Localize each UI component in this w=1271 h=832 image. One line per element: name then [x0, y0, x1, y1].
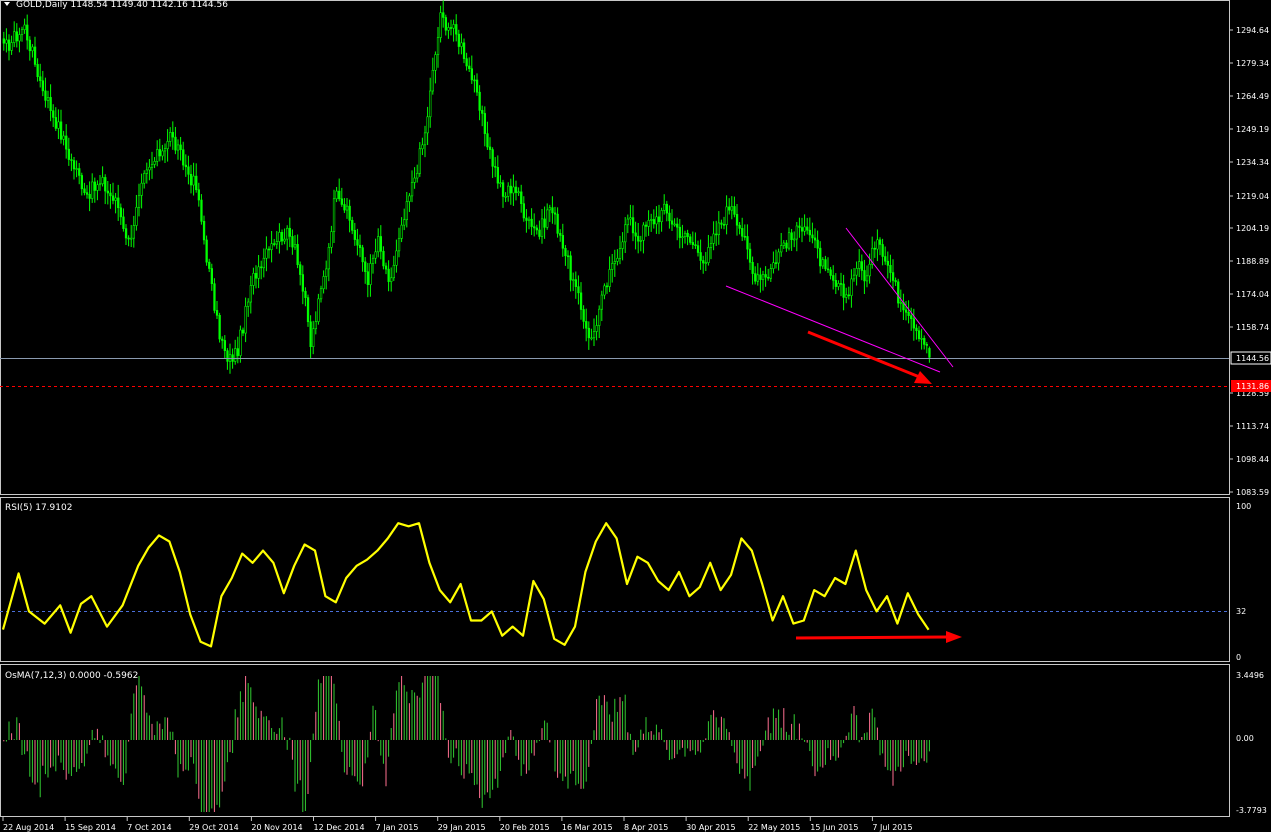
- chart-background: [0, 0, 1271, 832]
- price-tick-label: 1204.19: [1236, 224, 1269, 233]
- price-tick-label: 1083.59: [1236, 488, 1269, 497]
- price-header-text: GOLD,Daily 1148.54 1149.40 1142.16 1144.…: [16, 0, 228, 10]
- time-tick-label: 30 Apr 2015: [686, 823, 735, 832]
- price-tick-label: 1249.19: [1236, 125, 1269, 134]
- current-price-marker: 1144.56: [1230, 351, 1271, 365]
- candle: [205, 235, 208, 266]
- candle: [213, 278, 216, 314]
- time-tick-label: 15 Sep 2014: [65, 823, 116, 832]
- time-tick-label: 12 Dec 2014: [314, 823, 365, 832]
- rsi-tick-32: 32: [1236, 607, 1246, 616]
- price-tick-label: 1158.74: [1236, 323, 1269, 332]
- trading-chart[interactable]: GOLD,Daily 1148.54 1149.40 1142.16 1144.…: [0, 0, 1271, 832]
- price-tick-label: 1294.64: [1236, 26, 1269, 35]
- time-tick-label: 7 Jan 2015: [376, 823, 419, 832]
- time-tick-label: 22 May 2015: [748, 823, 800, 832]
- time-tick-label: 8 Apr 2015: [624, 823, 668, 832]
- osma-tick-zero: 0.00: [1236, 734, 1254, 743]
- price-tick-label: 1113.74: [1236, 422, 1269, 431]
- price-tick-label: 1219.04: [1236, 192, 1269, 201]
- time-tick-label: 7 Jul 2015: [872, 823, 912, 832]
- time-tick-label: 20 Feb 2015: [500, 823, 550, 832]
- price-tick-label: 1174.04: [1236, 290, 1269, 299]
- rsi-header: RSI(5) 17.9102: [5, 503, 72, 513]
- target-price-label: 1131.86: [1236, 382, 1269, 391]
- price-tick-label: 1264.49: [1236, 92, 1269, 101]
- price-header: GOLD,Daily 1148.54 1149.40 1142.16 1144.…: [4, 0, 228, 10]
- time-tick-label: 22 Aug 2014: [3, 823, 54, 832]
- osma-tick-max: 3.4496: [1236, 671, 1264, 680]
- time-tick-label: 7 Oct 2014: [127, 823, 171, 832]
- osma-header: OsMA(7,12,3) 0.0000 -0.5962: [5, 671, 138, 681]
- time-tick-label: 29 Jan 2015: [438, 823, 486, 832]
- osma-tick-min: -3.7793: [1236, 806, 1267, 815]
- time-tick-label: 29 Oct 2014: [189, 823, 238, 832]
- rsi-tick-0: 0: [1236, 653, 1241, 662]
- candle: [218, 312, 221, 343]
- price-tick-label: 1098.44: [1236, 455, 1269, 464]
- time-tick-label: 15 Jun 2015: [810, 823, 858, 832]
- rsi-tick-100: 100: [1236, 502, 1251, 511]
- price-tick-label: 1188.89: [1236, 257, 1269, 266]
- price-tick-label: 1279.34: [1236, 59, 1269, 68]
- current-price-label: 1144.56: [1236, 354, 1269, 363]
- target-price-marker: 1131.86: [1231, 380, 1271, 392]
- time-tick-label: 20 Nov 2014: [251, 823, 302, 832]
- time-tick-label: 16 Mar 2015: [562, 823, 613, 832]
- price-tick-label: 1234.34: [1236, 158, 1269, 167]
